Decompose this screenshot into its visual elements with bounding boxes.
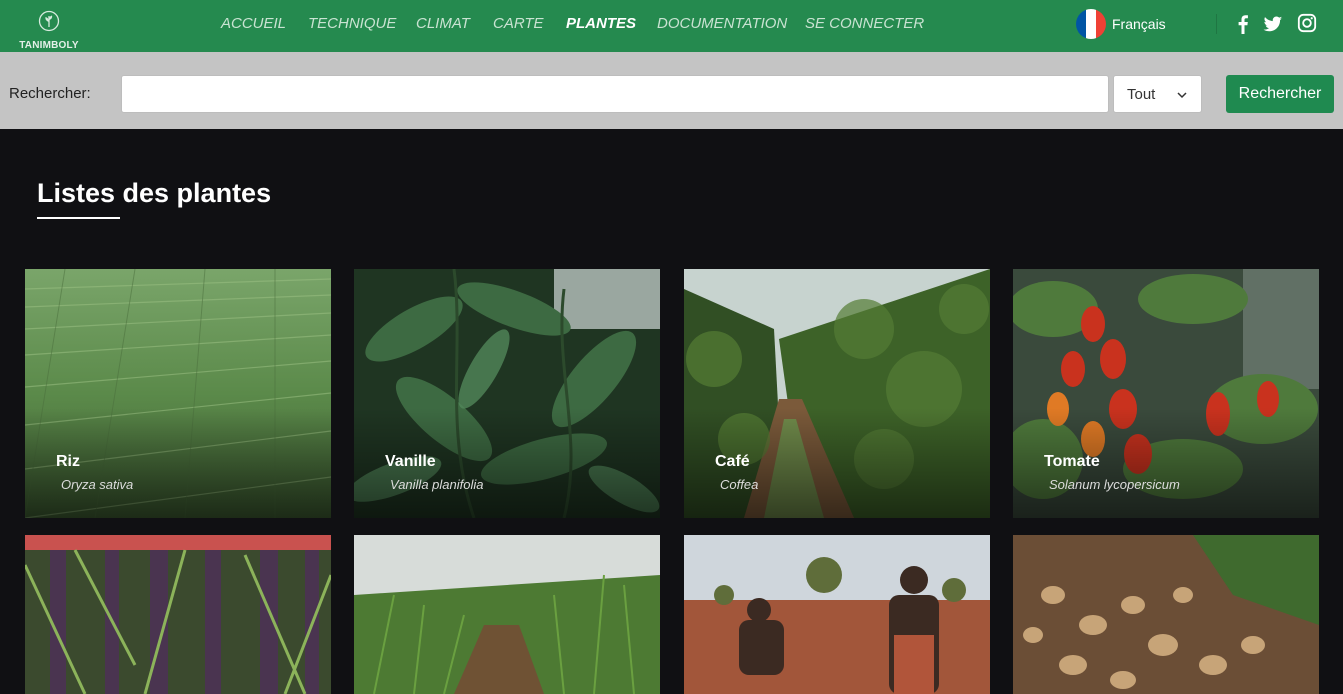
brand-logo[interactable]: TANIMBOLY [16,8,82,52]
plant-name: Riz [56,453,80,470]
nav-documentation[interactable]: DOCUMENTATION [657,15,787,32]
sugarcane-photo [25,535,331,694]
nav-accueil[interactable]: ACCUEIL [221,15,286,32]
facebook-icon[interactable] [1232,13,1254,35]
twitter-icon[interactable] [1262,13,1284,35]
plant-scientific-name: Vanilla planifolia [390,477,484,492]
leaf-logo-icon [38,10,60,32]
search-bar: Rechercher: Tout Rechercher [0,52,1343,129]
plant-card-sugarcane[interactable] [25,535,331,694]
plant-card-vanille[interactable]: Vanille Vanilla planifolia [354,269,660,518]
page-title: Listes des plantes [37,178,272,208]
nav-carte[interactable]: CARTE [493,15,544,32]
farmers-planting-photo [684,535,990,694]
plant-card-maize[interactable] [354,535,660,694]
category-select-value: Tout [1127,86,1156,103]
plant-scientific-name: Coffea [720,477,759,492]
plant-card-cafe[interactable]: Café Coffea [684,269,990,518]
plant-card-potato[interactable] [1013,535,1319,694]
nav-technique[interactable]: TECHNIQUE [308,15,396,32]
potato-harvest-photo [1013,535,1319,694]
search-label: Rechercher: [9,85,91,102]
nav-divider [1216,14,1217,34]
plant-card-tomate[interactable]: Tomate Solanum lycopersicum [1013,269,1319,518]
category-select[interactable]: Tout [1113,75,1202,113]
plant-name: Café [715,453,750,470]
french-flag-icon [1076,9,1106,39]
plant-card-riz[interactable]: Riz Oryza sativa [25,269,331,518]
nav-se-connecter[interactable]: SE CONNECTER [805,15,924,32]
language-label: Français [1112,16,1166,32]
maize-field-photo [354,535,660,694]
brand-name: TANIMBOLY [19,40,79,51]
title-underline [37,217,120,219]
instagram-icon[interactable] [1297,13,1319,35]
nav-plantes[interactable]: PLANTES [566,15,636,32]
top-navbar: TANIMBOLY ACCUEIL TECHNIQUE CLIMAT CARTE… [0,0,1343,52]
plant-name: Tomate [1044,453,1100,470]
nav-climat[interactable]: CLIMAT [416,15,470,32]
search-button[interactable]: Rechercher [1226,75,1334,113]
plant-card-farmers[interactable] [684,535,990,694]
chevron-down-icon [1177,92,1187,99]
plant-scientific-name: Solanum lycopersicum [1049,477,1180,492]
search-input[interactable] [121,75,1109,113]
plant-name: Vanille [385,453,436,470]
plant-scientific-name: Oryza sativa [61,477,134,492]
